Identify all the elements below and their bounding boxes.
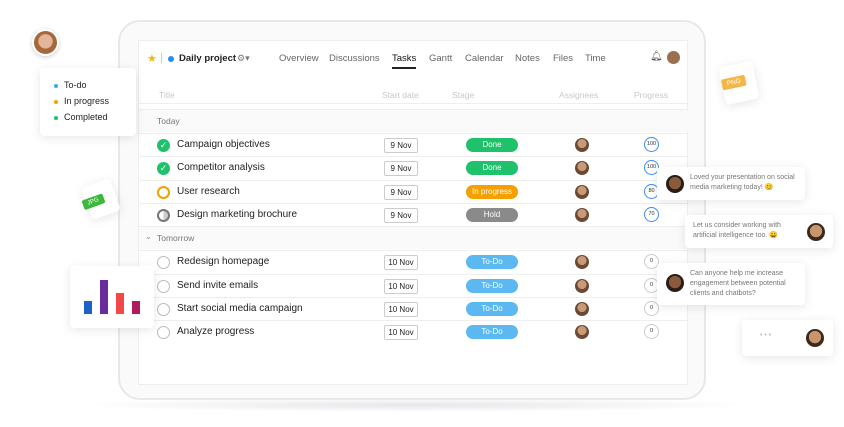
stage-badge[interactable]: Done — [466, 161, 518, 176]
app-screen: ★ Daily project ⚙▾ Overview Discussions Ta… — [138, 40, 689, 385]
legend-dot-icon — [54, 99, 58, 104]
table-row[interactable]: Design marketing brochure 9 Nov Hold 70 — [139, 202, 689, 226]
avatar — [666, 274, 684, 292]
project-title[interactable]: Daily project — [179, 53, 236, 64]
group-header[interactable]: Today — [139, 109, 689, 132]
chat-bubble: Can anyone help me increase engagement b… — [657, 263, 805, 305]
legend-item: Completed — [54, 112, 108, 122]
table-row[interactable]: ✓ Competitor analysis 9 Nov Done 100 — [139, 156, 689, 179]
legend-dot-icon — [54, 83, 58, 88]
table-row[interactable]: Send invite emails 10 Nov To-Do 0 — [139, 273, 689, 297]
task-title[interactable]: Start social media campaign — [177, 303, 303, 314]
chevron-down-icon[interactable]: ⌄ — [145, 232, 152, 241]
start-date[interactable]: 9 Nov — [384, 207, 418, 223]
table-row[interactable]: User research 9 Nov In progress 80 — [139, 179, 689, 203]
tab-files[interactable]: Files — [553, 53, 573, 64]
assignee-avatar[interactable] — [575, 255, 589, 270]
divider — [161, 53, 162, 63]
bell-icon[interactable]: 🔔︎ — [650, 51, 663, 62]
tab-calendar[interactable]: Calendar — [465, 53, 504, 64]
stage-badge[interactable]: To-Do — [466, 325, 518, 340]
task-title[interactable]: Campaign objectives — [177, 139, 270, 150]
star-icon[interactable]: ★ — [147, 52, 157, 65]
mini-chart-bar — [100, 279, 108, 314]
legend-item: In progress — [54, 96, 109, 106]
avatar — [807, 223, 825, 241]
mini-chart-bar — [116, 292, 124, 314]
chat-bubble: Let us consider working with artificial … — [685, 215, 833, 248]
jpg-file-icon: JPG — [81, 177, 121, 221]
legend-card: To-do In progress Completed — [40, 68, 136, 136]
stage-badge[interactable]: To-Do — [466, 301, 518, 316]
stage-badge[interactable]: Done — [466, 138, 518, 152]
column-header[interactable]: Start date — [382, 90, 419, 100]
stage-badge[interactable]: To-Do — [466, 255, 518, 270]
start-date[interactable]: 10 Nov — [384, 278, 418, 294]
table-row[interactable]: Start social media campaign 10 Nov To-Do… — [139, 296, 689, 320]
start-date[interactable]: 9 Nov — [384, 138, 418, 153]
chat-bubble: Loved your presentation on social media … — [657, 167, 805, 200]
user-avatar[interactable] — [667, 51, 680, 64]
task-title[interactable]: Redesign homepage — [177, 256, 269, 267]
assignee-avatar[interactable] — [575, 301, 589, 316]
tab-overview[interactable]: Overview — [279, 53, 319, 64]
progress-ring: 70 — [644, 206, 659, 222]
stage-badge[interactable]: Hold — [466, 207, 518, 222]
progress-ring: 100 — [644, 137, 659, 152]
table-row[interactable]: Redesign homepage 10 Nov To-Do 0 — [139, 250, 689, 273]
progress-ring: 0 — [644, 324, 659, 340]
assignee-avatar[interactable] — [575, 138, 589, 152]
column-header[interactable]: Progress — [634, 90, 668, 100]
table-row[interactable]: ✓ Campaign objectives 9 Nov Done 100 — [139, 133, 689, 156]
column-header[interactable]: Title — [159, 90, 175, 100]
avatar — [806, 329, 824, 347]
task-title[interactable]: Competitor analysis — [177, 162, 265, 173]
mini-chart-bar — [84, 301, 92, 314]
typing-bubble: • • • — [742, 320, 833, 356]
legend-dot-icon — [54, 115, 58, 120]
start-date[interactable]: 10 Nov — [384, 325, 418, 341]
gear-icon[interactable]: ⚙▾ — [237, 53, 250, 64]
tab-time[interactable]: Time — [585, 53, 606, 64]
tab-discussions[interactable]: Discussions — [329, 53, 380, 64]
project-dot-icon — [168, 56, 174, 62]
assignee-avatar[interactable] — [575, 278, 589, 293]
assignee-avatar[interactable] — [575, 325, 589, 340]
stage-badge[interactable]: In progress — [466, 184, 518, 199]
png-file-icon: PNG — [718, 60, 760, 106]
legend-item: To-do — [54, 80, 87, 90]
column-header[interactable]: Stage — [452, 90, 474, 100]
laptop-shadow — [70, 398, 760, 412]
column-header[interactable]: Assignees — [559, 90, 598, 100]
task-title[interactable]: Analyze progress — [177, 326, 254, 337]
start-date[interactable]: 9 Nov — [384, 161, 418, 177]
divider — [139, 103, 687, 104]
user-avatar — [32, 29, 59, 56]
avatar — [666, 175, 684, 193]
start-date[interactable]: 9 Nov — [384, 184, 418, 200]
mini-bar-chart — [70, 266, 154, 328]
tab-tasks[interactable]: Tasks — [392, 53, 417, 69]
start-date[interactable]: 10 Nov — [384, 255, 418, 271]
table-row[interactable]: Analyze progress 10 Nov To-Do 0 — [139, 320, 689, 343]
assignee-avatar[interactable] — [575, 184, 589, 199]
start-date[interactable]: 10 Nov — [384, 301, 418, 317]
group-header[interactable]: ⌄ Tomorrow — [139, 226, 689, 250]
tab-notes[interactable]: Notes — [515, 53, 540, 64]
assignee-avatar[interactable] — [575, 207, 589, 222]
stage-badge[interactable]: To-Do — [466, 278, 518, 293]
assignee-avatar[interactable] — [575, 161, 589, 176]
task-title[interactable]: User research — [177, 186, 240, 197]
mini-chart-bar — [132, 301, 140, 314]
tab-gantt[interactable]: Gantt — [429, 53, 452, 64]
task-title[interactable]: Send invite emails — [177, 280, 258, 291]
task-title[interactable]: Design marketing brochure — [177, 209, 297, 220]
